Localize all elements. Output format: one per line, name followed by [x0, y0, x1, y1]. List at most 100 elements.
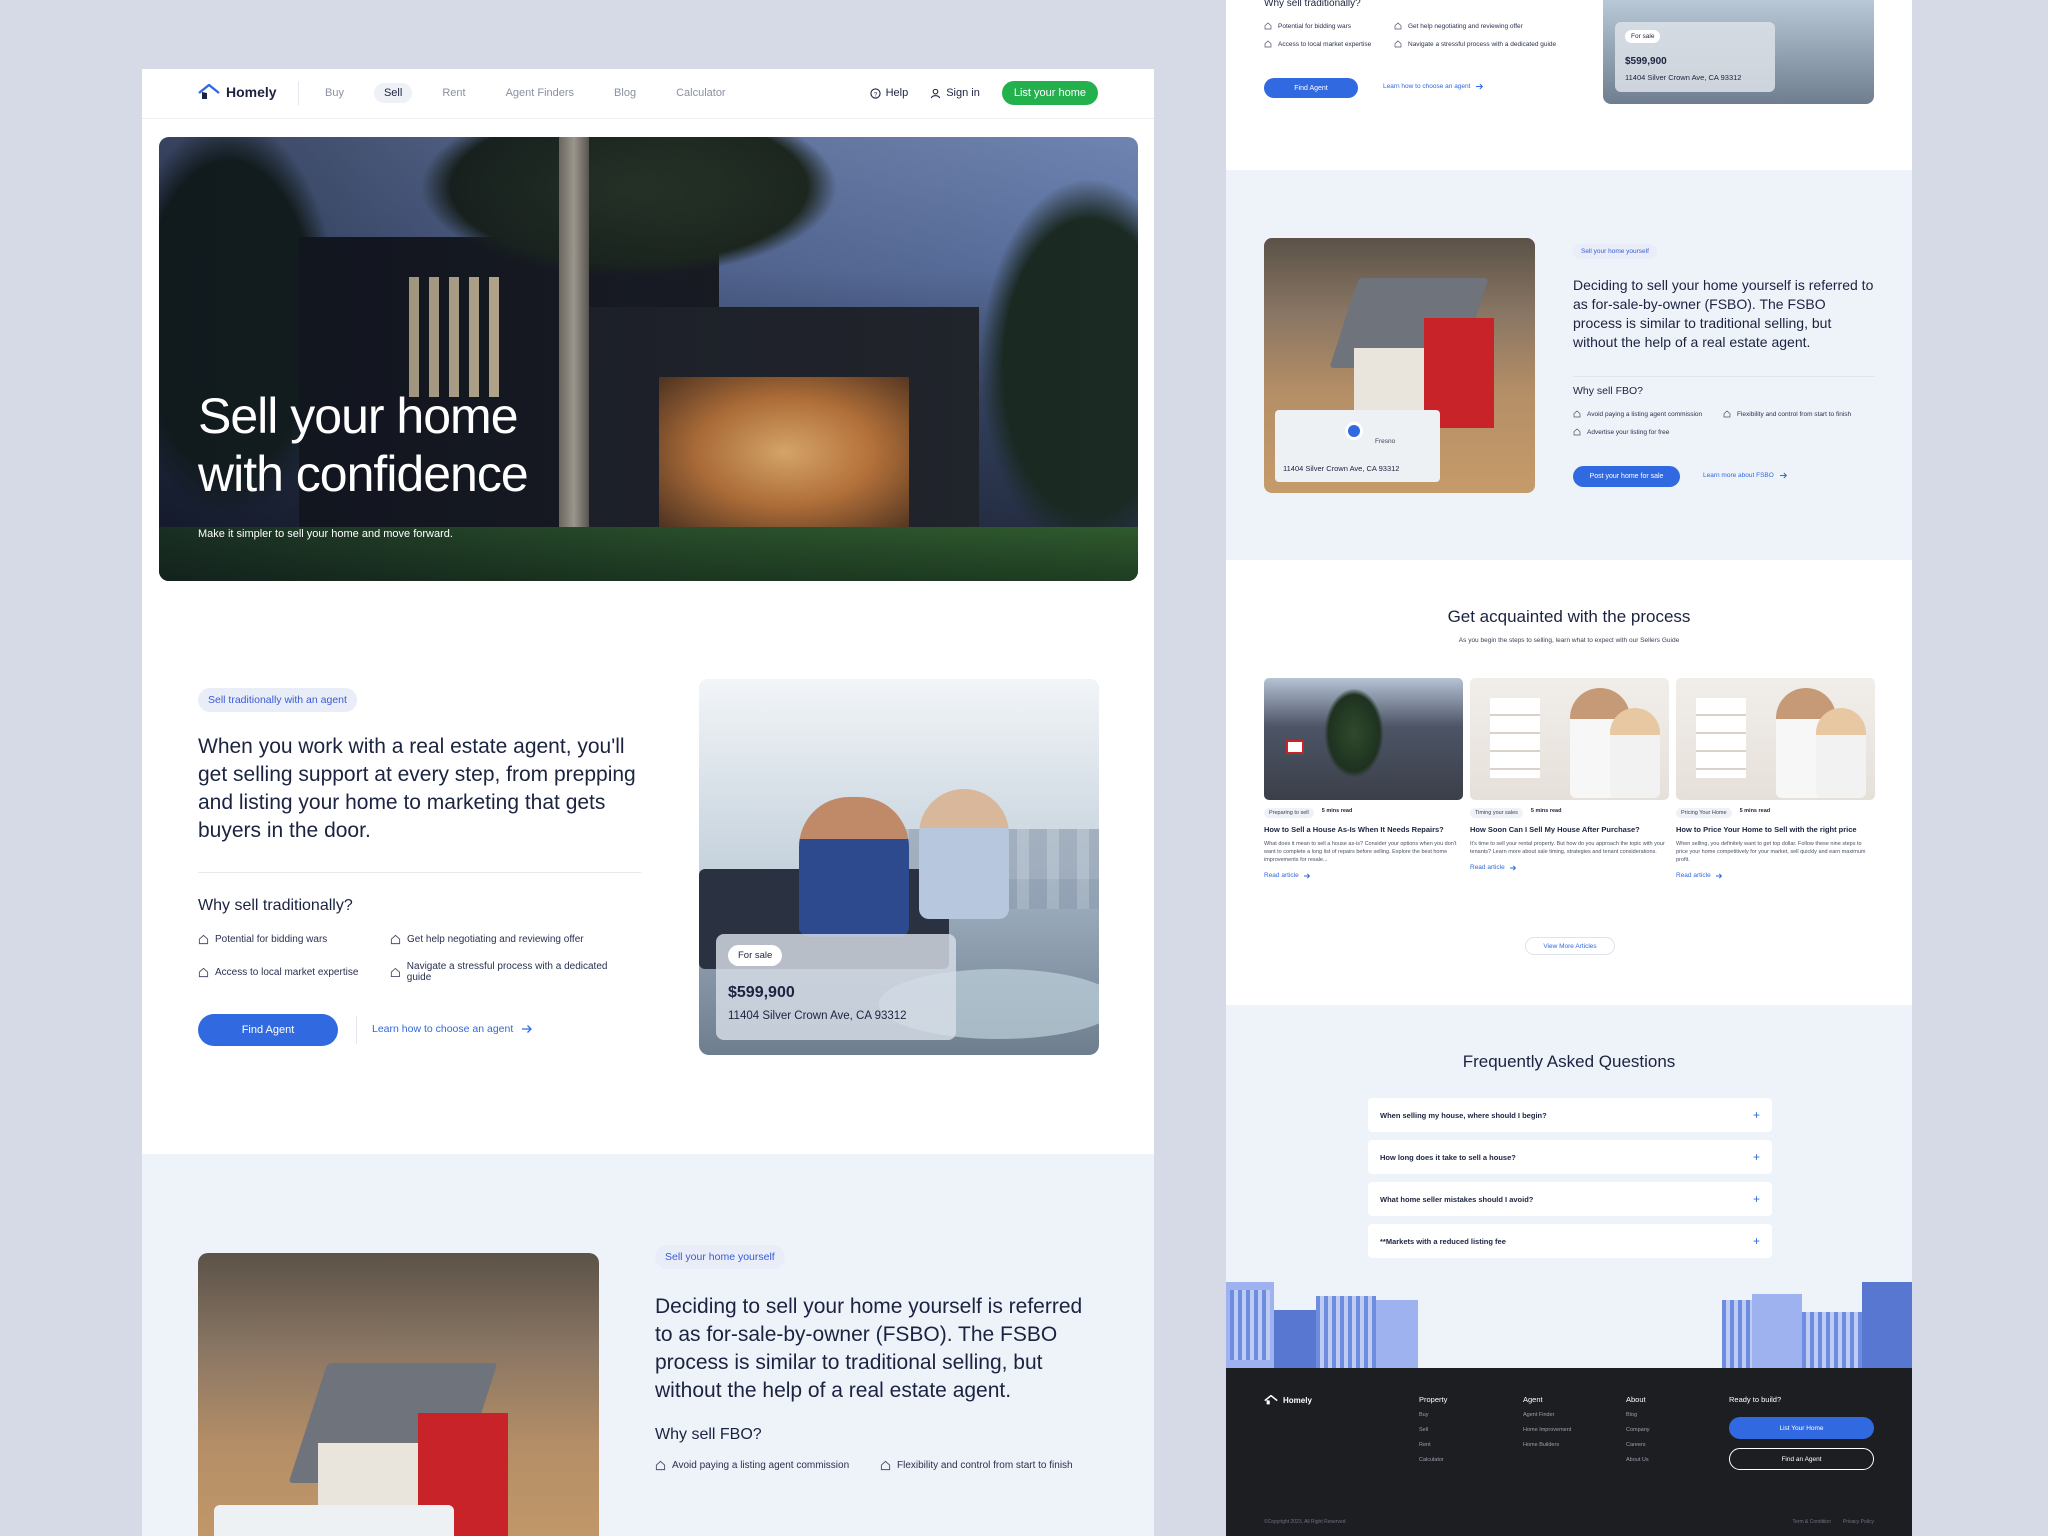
copyright-text: ©Copyright 2023, All Right Reserved	[1264, 1519, 1346, 1525]
terms-link[interactable]: Term & Condition	[1793, 1519, 1831, 1525]
footer-link[interactable]: Buy	[1419, 1412, 1447, 1418]
signin-label: Sign in	[946, 87, 980, 99]
footer-link[interactable]: Calculator	[1419, 1457, 1447, 1463]
article-card[interactable]: Timing your sales 5 mins read How Soon Ca…	[1470, 678, 1669, 879]
listing-price-card[interactable]: For sale $599,900 11404 Silver Crown Ave…	[1615, 22, 1775, 92]
fsbo-chip: Sell your home yourself	[1573, 244, 1657, 259]
faq-question: How long does it take to sell a house?	[1380, 1152, 1516, 1162]
benefit-item: Navigate a stressful process with a dedi…	[390, 961, 630, 983]
list-your-home-button[interactable]: List Your Home	[1729, 1417, 1874, 1439]
footer-brand[interactable]: Homely	[1264, 1395, 1312, 1405]
traditional-benefits: Potential for bidding wars Get help nego…	[1264, 22, 1584, 48]
home-outline-icon	[198, 967, 209, 977]
legal-links: Term & Condition Privacy Policy	[1793, 1519, 1874, 1525]
footer-link[interactable]: Rent	[1419, 1442, 1447, 1448]
footer-link[interactable]: Home Builders	[1523, 1442, 1571, 1448]
benefit-item: Avoid paying a listing agent commission	[655, 1460, 880, 1471]
article-card[interactable]: Preparing to sell 5 mins read How to Sell…	[1264, 678, 1463, 879]
building-illustration	[1230, 1290, 1270, 1360]
benefit-text: Navigate a stressful process with a dedi…	[1408, 40, 1557, 48]
divider	[1573, 376, 1875, 377]
building-illustration	[1802, 1312, 1862, 1368]
listing-address: 11404 Silver Crown Ave, CA 93312	[728, 1010, 907, 1022]
listing-price-card[interactable]: For sale $599,900 11404 Silver Crown Ave…	[716, 934, 956, 1040]
article-card[interactable]: Pricing Your Home 5 mins read How to Pric…	[1676, 678, 1875, 879]
nav-link-agent-finders[interactable]: Agent Finders	[496, 83, 584, 103]
help-link[interactable]: ? Help	[869, 87, 908, 99]
find-an-agent-button[interactable]: Find an Agent	[1729, 1448, 1874, 1470]
nav-link-calculator[interactable]: Calculator	[666, 83, 736, 103]
read-article-link[interactable]: Read article	[1264, 872, 1463, 879]
hero-title-line1: Sell your home	[198, 388, 518, 444]
learn-fsbo-link[interactable]: Learn more about FSBO	[1703, 472, 1788, 479]
benefit-text: Potential for bidding wars	[215, 934, 328, 945]
footer-link[interactable]: Company	[1626, 1427, 1650, 1433]
plus-icon: +	[1752, 1192, 1760, 1206]
post-home-button[interactable]: Post your home for sale	[1573, 466, 1680, 487]
footer-link[interactable]: Sell	[1419, 1427, 1447, 1433]
article-description: When selling, you definitely want to get…	[1676, 841, 1866, 863]
article-meta: Pricing Your Home 5 mins read	[1676, 808, 1875, 818]
benefit-item: Get help negotiating and reviewing offer	[1394, 22, 1584, 30]
for-sale-badge: For sale	[728, 945, 783, 966]
view-more-articles-button[interactable]: View More Articles	[1525, 937, 1615, 955]
footer-heading: About	[1626, 1395, 1646, 1404]
plus-icon: +	[1752, 1150, 1760, 1164]
home-outline-icon	[1573, 428, 1581, 436]
read-article-link[interactable]: Read article	[1676, 872, 1875, 879]
building-illustration	[1376, 1300, 1418, 1368]
faq-item[interactable]: What home seller mistakes should I avoid…	[1368, 1182, 1772, 1216]
user-icon	[931, 88, 941, 98]
top-navbar: Homely Buy Sell Rent Agent Finders Blog …	[142, 69, 1154, 119]
brand-logo[interactable]: Homely	[198, 84, 277, 100]
nav-link-blog[interactable]: Blog	[604, 83, 646, 103]
faq-item[interactable]: How long does it take to sell a house? +	[1368, 1140, 1772, 1174]
read-article-label: Read article	[1676, 872, 1711, 879]
choose-agent-link[interactable]: Learn how to choose an agent	[372, 1023, 533, 1035]
main-page-panel: Homely Buy Sell Rent Agent Finders Blog …	[142, 69, 1154, 1536]
nav-link-sell[interactable]: Sell	[373, 83, 413, 103]
traditional-benefits: Potential for bidding wars Get help nego…	[198, 934, 630, 983]
help-circle-icon: ?	[869, 87, 881, 99]
home-outline-icon	[198, 934, 209, 945]
home-outline-icon	[1723, 410, 1731, 418]
home-outline-icon	[655, 1460, 666, 1471]
benefit-text: Access to local market expertise	[1278, 40, 1372, 48]
article-thumbnail	[1676, 678, 1875, 800]
read-article-link[interactable]: Read article	[1470, 864, 1669, 871]
process-title: Get acquainted with the process	[1447, 607, 1691, 626]
footer-heading: Property	[1419, 1395, 1448, 1404]
list-your-home-button[interactable]: List your home	[1001, 81, 1098, 105]
footer-link[interactable]: Blog	[1626, 1412, 1650, 1418]
footer-column-property: Property Buy Sell Rent Calculator	[1419, 1395, 1447, 1472]
faq-item[interactable]: **Markets with a reduced listing fee +	[1368, 1224, 1772, 1258]
benefit-item: Get help negotiating and reviewing offer	[390, 934, 630, 945]
find-agent-button[interactable]: Find Agent	[1264, 78, 1358, 98]
article-tag: Pricing Your Home	[1676, 808, 1732, 818]
choose-agent-link[interactable]: Learn how to choose an agent	[1383, 83, 1484, 90]
privacy-link[interactable]: Privacy Policy	[1843, 1519, 1874, 1525]
benefit-text: Access to local market expertise	[215, 966, 359, 978]
signin-link[interactable]: Sign in	[930, 87, 980, 99]
house-logo-icon	[1264, 1395, 1278, 1405]
nav-actions: ? Help Sign in List your home	[869, 81, 1098, 105]
why-fsbo-title: Why sell FBO?	[1573, 385, 1644, 397]
benefit-text: Get help negotiating and reviewing offer	[1408, 22, 1523, 30]
benefit-item: Flexibility and control from start to fi…	[880, 1460, 1120, 1471]
choose-agent-label: Learn how to choose an agent	[1383, 83, 1471, 90]
faq-title: Frequently Asked Questions	[1462, 1052, 1676, 1071]
nav-link-rent[interactable]: Rent	[432, 83, 475, 103]
faq-item[interactable]: When selling my house, where should I be…	[1368, 1098, 1772, 1132]
footer-column-about: About Blog Company Careers About Us	[1626, 1395, 1650, 1472]
thumb-shelf	[1490, 698, 1540, 778]
footer-link[interactable]: Agent Finder	[1523, 1412, 1571, 1418]
footer-link[interactable]: Home Improvement	[1523, 1427, 1571, 1433]
thumb-person	[1610, 708, 1660, 798]
footer-link[interactable]: About Us	[1626, 1457, 1650, 1463]
fsbo-section: Fresno 11404 Silver Crown Ave, CA 93312 …	[1226, 170, 1912, 560]
nav-link-buy[interactable]: Buy	[315, 83, 354, 103]
footer-link[interactable]: Careers	[1626, 1442, 1650, 1448]
benefit-item: Avoid paying a listing agent commission	[1573, 410, 1723, 418]
find-agent-button[interactable]: Find Agent	[198, 1014, 338, 1046]
building-illustration	[1274, 1310, 1316, 1368]
